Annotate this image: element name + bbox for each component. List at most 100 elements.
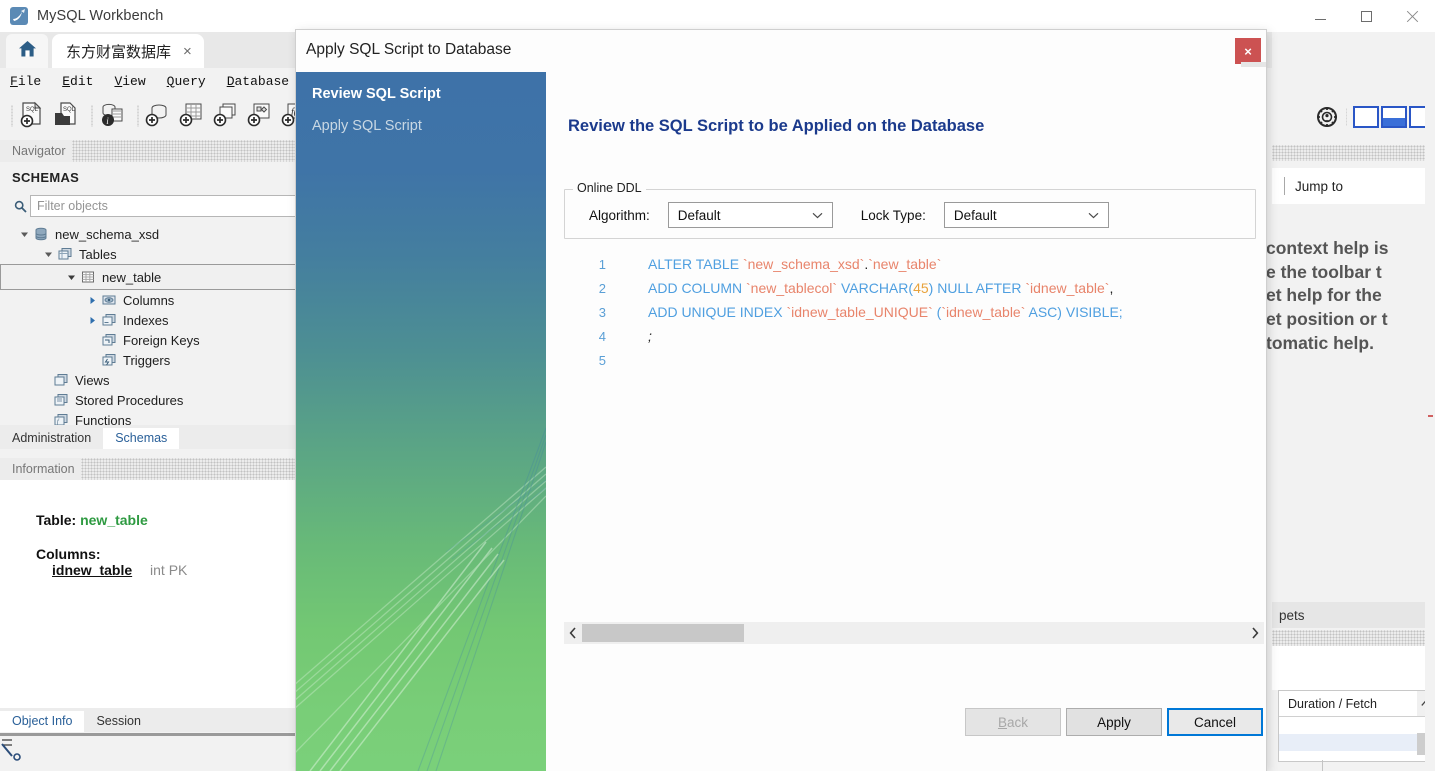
tab-home[interactable] bbox=[6, 34, 48, 68]
tab-administration[interactable]: Administration bbox=[0, 428, 103, 449]
chevron-right-icon[interactable] bbox=[84, 292, 100, 308]
sql-line: 5 bbox=[564, 348, 1256, 372]
menu-query[interactable]: Query bbox=[167, 74, 219, 89]
lock-type-value: Default bbox=[953, 207, 997, 223]
tree-node-triggers[interactable]: Triggers bbox=[0, 350, 296, 370]
layout-full-icon[interactable] bbox=[1353, 106, 1379, 128]
screen-root: MySQL Workbench 东方财富数据库 × File Edit View… bbox=[0, 0, 1435, 771]
object-info-columns-label: Columns: bbox=[36, 546, 101, 562]
tree-node-columns[interactable]: Columns bbox=[0, 290, 296, 310]
navigator-title: Navigator bbox=[0, 144, 72, 158]
tree-node-label: Triggers bbox=[123, 352, 171, 368]
scrollbar-track[interactable] bbox=[582, 622, 1246, 644]
sql-line-code: ; bbox=[648, 328, 652, 344]
new-sql-tab-icon[interactable]: SQL bbox=[18, 100, 48, 132]
object-info-table-row: Table: new_table bbox=[36, 512, 187, 528]
status-bar bbox=[0, 736, 296, 771]
minimize-button[interactable] bbox=[1297, 0, 1343, 32]
scrollbar-thumb[interactable] bbox=[582, 624, 744, 642]
table-icon bbox=[79, 269, 97, 285]
tree-node-views[interactable]: Views bbox=[0, 370, 296, 390]
tree-node-label: Tables bbox=[79, 246, 117, 262]
jump-to-row[interactable]: Jump to bbox=[1272, 168, 1435, 204]
navigator-dotted-rule bbox=[71, 140, 296, 162]
chevron-down-icon[interactable] bbox=[16, 226, 32, 242]
tab-close-icon[interactable]: × bbox=[183, 43, 192, 60]
tree-node-label: Stored Procedures bbox=[75, 392, 184, 408]
apply-button[interactable]: Apply bbox=[1066, 708, 1162, 736]
snippets-panel-header: pets bbox=[1272, 602, 1435, 628]
open-sql-script-icon[interactable]: SQL bbox=[52, 100, 82, 132]
tab-schemas[interactable]: Schemas bbox=[103, 428, 180, 449]
tab-object-info[interactable]: Object Info bbox=[0, 711, 85, 732]
context-help-gear-icon[interactable] bbox=[1314, 104, 1340, 130]
connection-info-icon[interactable]: i bbox=[98, 100, 128, 132]
information-title: Information bbox=[0, 462, 81, 476]
menu-view[interactable]: View bbox=[114, 74, 158, 89]
sql-script-editor[interactable]: 1 ALTER TABLE `new_schema_xsd`.`new_tabl… bbox=[564, 252, 1256, 652]
home-icon bbox=[18, 40, 37, 63]
tree-node-tables[interactable]: Tables bbox=[0, 244, 296, 264]
tree-node-new-table[interactable]: new_table bbox=[0, 264, 296, 290]
wizard-step-sidebar: Review SQL Script Apply SQL Script bbox=[296, 72, 546, 771]
algorithm-label: Algorithm: bbox=[589, 207, 650, 223]
cancel-button[interactable]: Cancel bbox=[1167, 708, 1263, 736]
information-panel-header: Information bbox=[0, 458, 296, 480]
tree-node-indexes[interactable]: Indexes bbox=[0, 310, 296, 330]
tree-node-stored-procedures[interactable]: Stored Procedures bbox=[0, 390, 296, 410]
workbench-dolphin-icon bbox=[10, 7, 28, 25]
menu-database[interactable]: Database bbox=[227, 74, 302, 89]
tab-document[interactable]: 东方财富数据库 × bbox=[52, 34, 204, 68]
sql-line: 3 ADD UNIQUE INDEX `idnew_table_UNIQUE` … bbox=[564, 300, 1256, 324]
status-vertical-divider bbox=[1322, 760, 1323, 771]
schema-tree: new_schema_xsd Tables new_table Columns … bbox=[0, 224, 296, 430]
object-info-table-label: Table: bbox=[36, 512, 77, 528]
filter-objects-input[interactable]: Filter objects bbox=[30, 195, 296, 217]
chevron-right-icon[interactable] bbox=[84, 312, 100, 328]
sql-line-number: 3 bbox=[598, 304, 606, 320]
chevron-left-icon[interactable] bbox=[564, 622, 582, 644]
columns-icon bbox=[100, 292, 118, 308]
algorithm-select[interactable]: Default bbox=[667, 202, 833, 228]
minimize-icon bbox=[1314, 19, 1326, 20]
sql-editor-horizontal-scrollbar[interactable] bbox=[564, 622, 1264, 644]
menu-file[interactable]: File bbox=[10, 74, 54, 89]
layout-split-horizontal-icon[interactable] bbox=[1381, 106, 1407, 128]
results-grid-selected-row[interactable] bbox=[1279, 734, 1417, 751]
back-button[interactable]: Back bbox=[965, 708, 1061, 736]
context-help-text: context help is e the toolbar t et help … bbox=[1266, 237, 1435, 356]
close-button[interactable] bbox=[1389, 0, 1435, 32]
snippets-dotted-rule bbox=[1272, 630, 1435, 646]
object-info-column-row: idnew_table int PK bbox=[36, 562, 187, 578]
apply-sql-script-dialog: Apply SQL Script to Database × Review SQ… bbox=[296, 30, 1266, 771]
dialog-close-button[interactable]: × bbox=[1235, 38, 1261, 64]
object-info-table-name: new_table bbox=[80, 512, 148, 528]
menu-edit[interactable]: Edit bbox=[62, 74, 106, 89]
tree-node-label: Columns bbox=[123, 292, 175, 308]
tree-node-label: Indexes bbox=[123, 312, 169, 328]
create-schema-icon[interactable] bbox=[144, 100, 174, 132]
chevron-right-icon[interactable] bbox=[1246, 622, 1264, 644]
chevron-down-icon bbox=[812, 206, 823, 224]
create-table-icon[interactable] bbox=[178, 100, 208, 132]
maximize-button[interactable] bbox=[1343, 0, 1389, 32]
online-ddl-legend: Online DDL bbox=[573, 181, 646, 195]
sql-line: 1 ALTER TABLE `new_schema_xsd`.`new_tabl… bbox=[564, 252, 1256, 276]
filter-objects-row: Filter objects bbox=[10, 195, 296, 217]
object-info-column-name: idnew_table bbox=[52, 562, 133, 578]
right-panel-toolbar bbox=[1272, 92, 1435, 142]
chevron-down-icon[interactable] bbox=[40, 246, 56, 262]
create-view-icon[interactable] bbox=[212, 100, 242, 132]
tree-node-foreign-keys[interactable]: Foreign Keys bbox=[0, 330, 296, 350]
jump-to-label: Jump to bbox=[1295, 178, 1344, 194]
filter-objects-placeholder: Filter objects bbox=[37, 199, 108, 213]
navigator-panel-header: Navigator bbox=[0, 140, 296, 162]
indexes-icon bbox=[100, 312, 118, 328]
window-controls bbox=[1297, 0, 1435, 32]
tab-session[interactable]: Session bbox=[84, 711, 152, 732]
online-ddl-row: Algorithm: Default Lock Type: Default bbox=[565, 202, 1255, 228]
tree-node-new-schema-xsd[interactable]: new_schema_xsd bbox=[0, 224, 296, 244]
chevron-down-icon[interactable] bbox=[63, 269, 79, 285]
create-procedure-icon[interactable] bbox=[246, 100, 276, 132]
lock-type-select[interactable]: Default bbox=[943, 202, 1109, 228]
